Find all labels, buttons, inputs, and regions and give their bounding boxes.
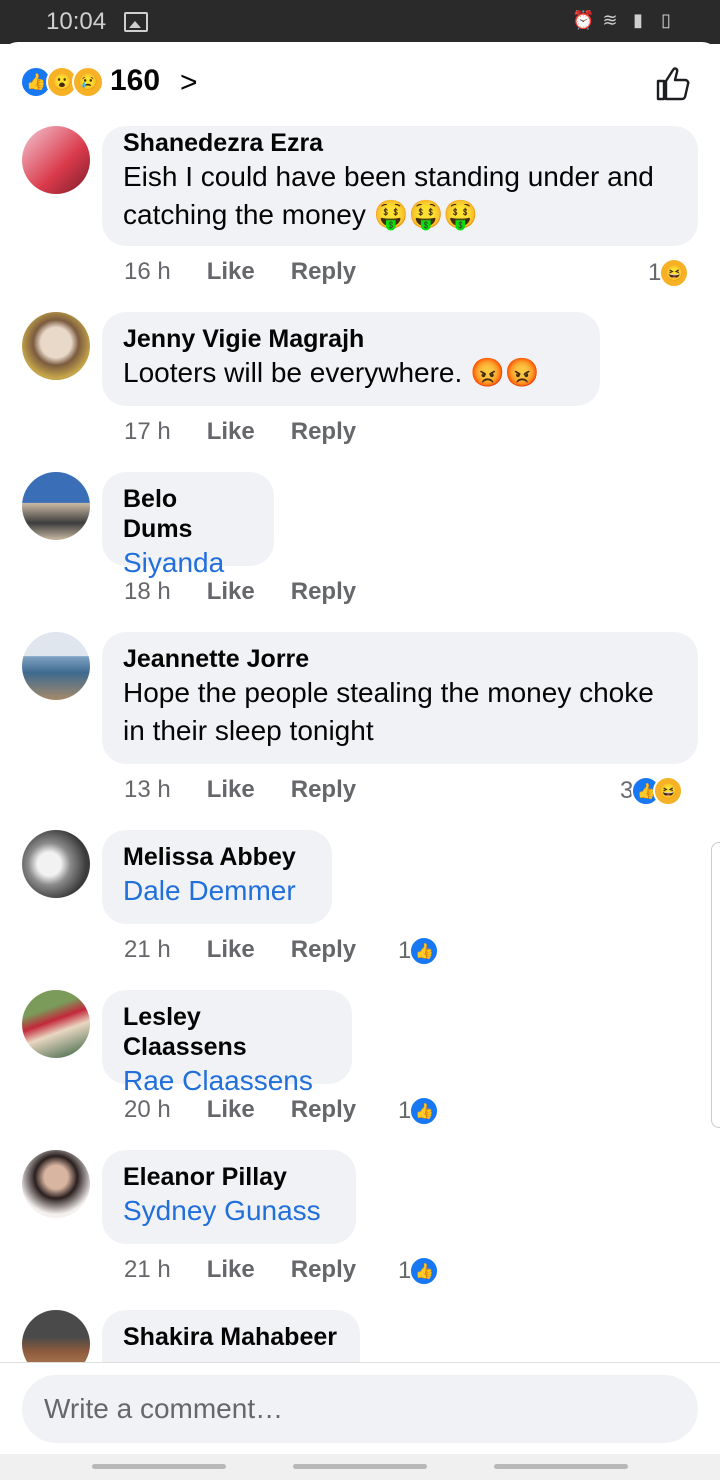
reply-link[interactable]: Reply <box>291 776 356 804</box>
tagged-user-link[interactable]: Sydney Gunass <box>123 1192 334 1230</box>
reply-link[interactable]: Reply <box>291 1256 356 1284</box>
comment-input[interactable]: Write a comment… <box>22 1375 698 1443</box>
comment-reactions[interactable]: 1 😆 <box>648 258 690 288</box>
reply-link[interactable]: Reply <box>291 258 356 286</box>
nav-back-button[interactable] <box>494 1464 628 1469</box>
comment-reactions[interactable]: 1 👍 <box>398 936 440 966</box>
navigation-bar <box>0 1454 720 1480</box>
scrollbar[interactable] <box>711 842 720 1128</box>
comment-text: Looters will be everywhere. 😡😡 <box>123 357 540 388</box>
comment-reactions[interactable]: 1 👍 <box>398 1096 440 1126</box>
nav-recents-button[interactable] <box>92 1464 226 1469</box>
comment-actions: 16 h Like Reply <box>124 258 392 286</box>
comments-sheet: 👍 😮 😢 160 > Shanedezra Ezra Eish I could… <box>0 42 720 1481</box>
comment-time[interactable]: 17 h <box>124 418 171 446</box>
like-icon: 👍 <box>409 936 440 966</box>
avatar[interactable] <box>22 312 90 380</box>
reaction-icons[interactable]: 👍 😮 😢 <box>20 66 104 98</box>
avatar[interactable] <box>22 126 90 194</box>
haha-icon: 😆 <box>653 776 684 806</box>
tagged-user-link[interactable]: Rae Claassens <box>123 1062 330 1100</box>
tagged-user-link[interactable]: Siyanda <box>123 544 252 582</box>
comment-time[interactable]: 18 h <box>124 578 171 606</box>
comment-author[interactable]: Shanedezra Ezra <box>123 128 676 158</box>
comment-bubble: Eleanor Pillay Sydney Gunass <box>102 1150 356 1244</box>
like-icon: 👍 <box>409 1096 440 1126</box>
comment-time[interactable]: 21 h <box>124 1256 171 1284</box>
tagged-user-link[interactable]: Dale Demmer <box>123 872 310 910</box>
reply-link[interactable]: Reply <box>291 1096 356 1124</box>
comment-time[interactable]: 20 h <box>124 1096 171 1124</box>
comment-author[interactable]: Jenny Vigie Magrajh <box>123 324 578 354</box>
comment-author[interactable]: Belo Dums <box>123 484 252 544</box>
reply-link[interactable]: Reply <box>291 936 356 964</box>
comment-actions: 21 h Like Reply <box>124 936 392 964</box>
battery-icon: ▯ <box>661 10 671 30</box>
comment-author[interactable]: Shakira Mahabeer <box>123 1322 338 1352</box>
avatar[interactable] <box>22 990 90 1058</box>
comment-time[interactable]: 13 h <box>124 776 171 804</box>
thumbs-up-icon[interactable] <box>652 64 692 104</box>
like-link[interactable]: Like <box>207 776 255 804</box>
comment-actions: 13 h Like Reply <box>124 776 392 804</box>
comment-actions: 20 h Like Reply <box>124 1096 392 1124</box>
comment-bubble: Shakira Mahabeer <box>102 1310 360 1362</box>
signal-icon: ▮ <box>633 10 643 30</box>
reply-link[interactable]: Reply <box>291 418 356 446</box>
status-time: 10:04 <box>46 8 107 35</box>
comment-author[interactable]: Melissa Abbey <box>123 842 310 872</box>
alarm-icon: ⏰ <box>572 10 595 30</box>
comment-text: Hope the people stealing the money choke… <box>123 677 654 746</box>
chevron-right-icon[interactable]: > <box>180 66 198 100</box>
like-link[interactable]: Like <box>207 578 255 606</box>
comment-bubble: Shanedezra Ezra Eish I could have been s… <box>102 126 698 246</box>
like-link[interactable]: Like <box>207 418 255 446</box>
sad-icon: 😢 <box>72 66 104 98</box>
status-bar: 10:04 ⏰ ≋ ▮ ▯ <box>0 0 720 44</box>
like-link[interactable]: Like <box>207 936 255 964</box>
like-icon: 👍 <box>409 1256 440 1286</box>
avatar[interactable] <box>22 472 90 540</box>
comment-time[interactable]: 16 h <box>124 258 171 286</box>
comment-bubble: Melissa Abbey Dale Demmer <box>102 830 332 924</box>
reaction-count[interactable]: 160 <box>110 64 160 98</box>
avatar[interactable] <box>22 1310 90 1362</box>
comment-bubble: Jeannette Jorre Hope the people stealing… <box>102 632 698 764</box>
comment-item: Shakira Mahabeer <box>0 1310 720 1362</box>
comment-author[interactable]: Eleanor Pillay <box>123 1162 334 1192</box>
comment-bubble: Belo Dums Siyanda <box>102 472 274 578</box>
avatar[interactable] <box>22 830 90 898</box>
avatar[interactable] <box>22 1150 90 1218</box>
reply-link[interactable]: Reply <box>291 578 356 606</box>
comment-actions: 17 h Like Reply <box>124 418 392 446</box>
comment-time[interactable]: 21 h <box>124 936 171 964</box>
avatar[interactable] <box>22 632 90 700</box>
wifi-icon: ≋ <box>602 10 618 30</box>
comment-actions: 18 h Like Reply <box>124 578 392 606</box>
haha-icon: 😆 <box>659 258 690 288</box>
comment-author[interactable]: Lesley Claassens <box>123 1002 330 1062</box>
nav-home-button[interactable] <box>293 1464 427 1469</box>
like-link[interactable]: Like <box>207 258 255 286</box>
comment-text: Eish I could have been standing under an… <box>123 161 654 230</box>
like-link[interactable]: Like <box>207 1256 255 1284</box>
status-icons: ⏰ ≋ ▮ ▯ <box>572 10 676 30</box>
comment-reactions[interactable]: 3 👍 😆 <box>620 776 684 806</box>
comment-reactions[interactable]: 1 👍 <box>398 1256 440 1286</box>
comment-bubble: Lesley Claassens Rae Claassens <box>102 990 352 1096</box>
like-link[interactable]: Like <box>207 1096 255 1124</box>
gallery-icon <box>124 12 148 32</box>
reactions-header: 👍 😮 😢 160 > <box>0 42 720 126</box>
comment-bubble: Jenny Vigie Magrajh Looters will be ever… <box>102 312 600 406</box>
comment-author[interactable]: Jeannette Jorre <box>123 644 676 674</box>
comment-actions: 21 h Like Reply <box>124 1256 392 1284</box>
